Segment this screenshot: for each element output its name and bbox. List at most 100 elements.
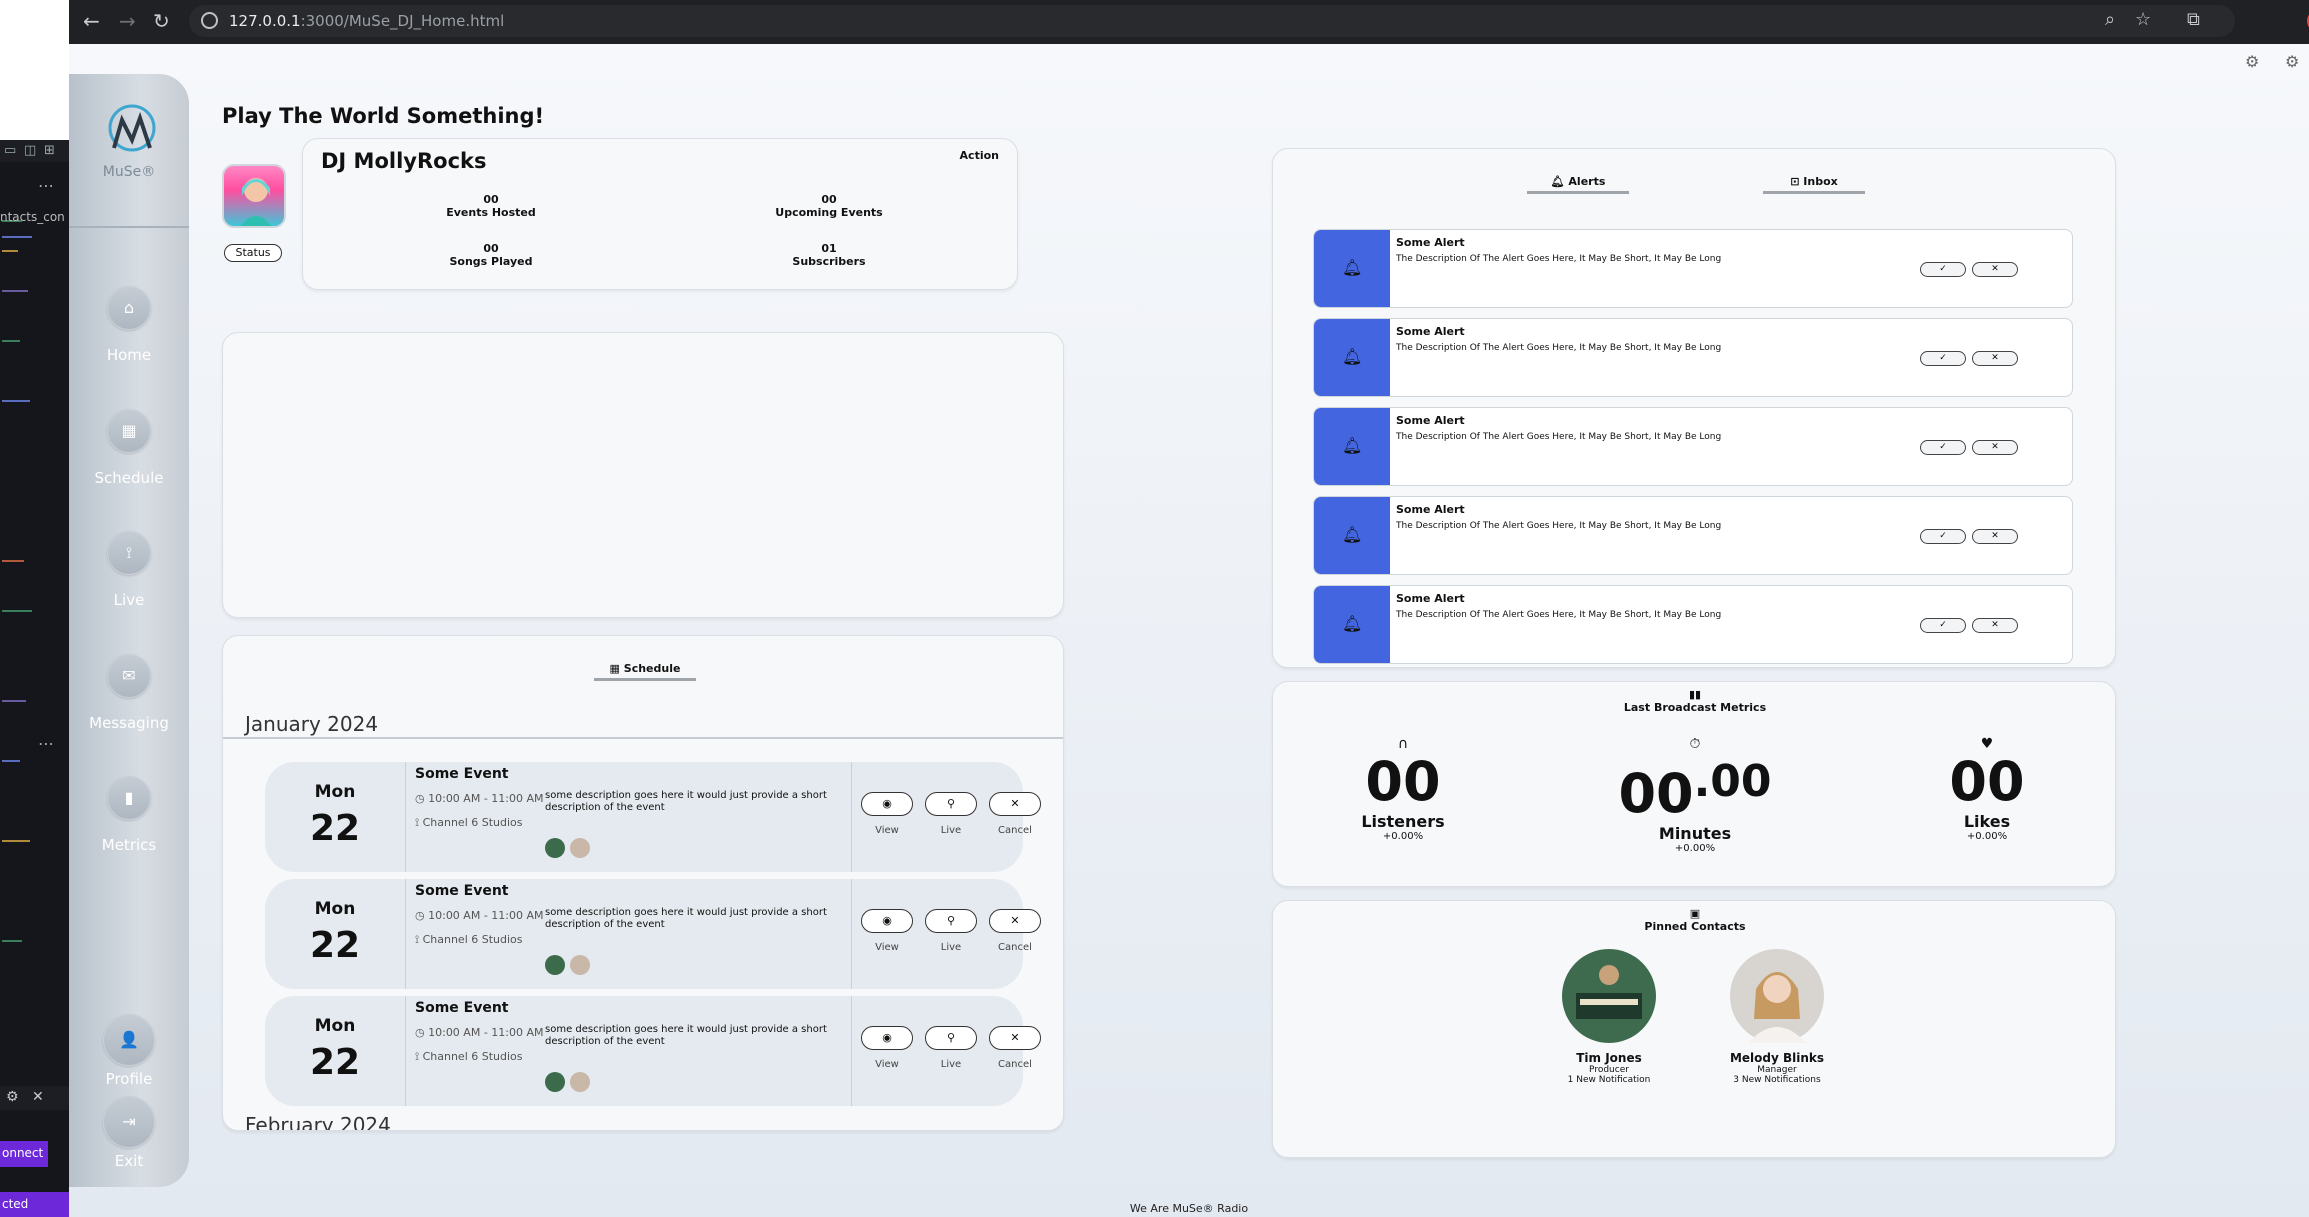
broadcast-icon[interactable]: ⟟ <box>107 531 151 575</box>
sidebar-item-label[interactable]: Schedule <box>69 469 189 487</box>
muse-logo <box>108 104 156 152</box>
forward-icon[interactable]: → <box>119 9 136 33</box>
action-label[interactable]: Action <box>960 149 999 162</box>
avatar[interactable] <box>1562 949 1656 1043</box>
accept-icon[interactable]: ✓ <box>1920 529 1966 544</box>
sidebar-item-schedule[interactable]: ▦ Schedule <box>69 409 189 487</box>
close-icon[interactable]: ✕ <box>1972 618 2018 633</box>
reload-icon[interactable]: ↻ <box>153 9 170 33</box>
contact-melody-blinks[interactable]: Melody Blinks Manager 3 New Notification… <box>1697 949 1857 1085</box>
tab-schedule[interactable]: ▦ Schedule <box>594 662 696 681</box>
view-label[interactable]: View <box>861 942 913 953</box>
gears-icon[interactable]: ⚙ <box>2285 52 2299 71</box>
alert-item[interactable]: 🔔︎ Some Alert The Description Of The Ale… <box>1313 318 2073 397</box>
divider <box>851 996 852 1106</box>
home-icon[interactable]: ⌂ <box>107 286 151 330</box>
avatar[interactable] <box>570 838 590 858</box>
view-label[interactable]: View <box>861 1059 913 1070</box>
event-description: some description goes here it would just… <box>545 1024 827 1047</box>
close-icon[interactable]: ✕ <box>1972 440 2018 455</box>
contact-name: Melody Blinks <box>1729 1051 1825 1065</box>
more-icon[interactable]: ⋯ <box>38 176 54 195</box>
event-location: ⟟ Channel 6 Studios <box>415 1050 523 1064</box>
accept-icon[interactable]: ✓ <box>1920 618 1966 633</box>
alert-item[interactable]: 🔔︎ Some Alert The Description Of The Ale… <box>1313 407 2073 486</box>
gear-icon[interactable]: ⚙ <box>6 1089 19 1105</box>
sidebar-item-home[interactable]: ⌂ Home <box>69 286 189 364</box>
accept-icon[interactable]: ✓ <box>1920 440 1966 455</box>
calendar-icon[interactable]: ▦ <box>107 409 151 453</box>
avatar[interactable] <box>570 955 590 975</box>
sidebar-item-metrics[interactable]: ▮ Metrics <box>69 776 189 854</box>
connect-button[interactable]: onnect <box>0 1141 48 1167</box>
live-label[interactable]: Live <box>925 825 977 836</box>
tab-inbox[interactable]: ⊡ Inbox <box>1763 175 1865 194</box>
close-icon[interactable]: ✕ <box>1972 262 2018 277</box>
eye-icon[interactable]: ◉ <box>861 1026 913 1050</box>
dj-avatar[interactable] <box>222 164 286 228</box>
editor-file-label[interactable]: ntacts_con <box>0 210 65 224</box>
close-icon[interactable]: ✕ <box>1972 351 2018 366</box>
site-info-icon[interactable] <box>201 12 218 29</box>
close-icon[interactable]: ✕ <box>989 792 1041 816</box>
cancel-label[interactable]: Cancel <box>989 942 1041 953</box>
metrics-header: ▮▮ Last Broadcast Metrics <box>1273 688 2117 714</box>
metrics-card: ▮▮ Last Broadcast Metrics ∩ 00 Listeners… <box>1272 681 2116 887</box>
sidebar-item-messaging[interactable]: ✉ Messaging <box>69 654 189 732</box>
sidebar-item-label[interactable]: Exit <box>69 1152 189 1170</box>
close-icon[interactable]: ✕ <box>989 909 1041 933</box>
live-label[interactable]: Live <box>925 942 977 953</box>
back-icon[interactable]: ← <box>83 9 100 33</box>
sidebar-item-label[interactable]: Profile <box>69 1070 189 1088</box>
user-icon[interactable]: 👤 <box>103 1014 155 1066</box>
tab-alerts[interactable]: 🔔︎ Alerts <box>1527 175 1629 194</box>
sidebar-item-exit[interactable]: ⇥ Exit <box>69 1096 189 1170</box>
avatar[interactable] <box>545 838 565 858</box>
contact-tim-jones[interactable]: Tim Jones Producer 1 New Notification <box>1529 949 1689 1085</box>
alert-accent: 🔔︎ <box>1314 230 1390 307</box>
sidebar-item-label[interactable]: Home <box>69 346 189 364</box>
event-row[interactable]: Mon 22 Some Event ◷ 10:00 AM - 11:00 AM … <box>265 996 1041 1106</box>
bar-chart-icon[interactable]: ▮ <box>107 776 151 820</box>
event-row[interactable]: Mon 22 Some Event ◷ 10:00 AM - 11:00 AM … <box>265 879 1041 989</box>
zoom-icon[interactable]: ⌕ <box>2105 9 2115 30</box>
sidebar-item-label[interactable]: Live <box>69 591 189 609</box>
status-button[interactable]: Status <box>224 244 282 262</box>
alert-item[interactable]: 🔔︎ Some Alert The Description Of The Ale… <box>1313 496 2073 575</box>
mic-icon[interactable]: ⚲ <box>925 909 977 933</box>
broadcast-icon: ⟟ <box>415 1050 423 1063</box>
extensions-icon[interactable]: ⧉ <box>2187 9 2200 30</box>
close-icon[interactable]: ✕ <box>1972 529 2018 544</box>
close-icon[interactable]: ✕ <box>989 1026 1041 1050</box>
inbox-icon[interactable]: ✉ <box>107 654 151 698</box>
alert-item[interactable]: 🔔︎ Some Alert The Description Of The Ale… <box>1313 585 2073 664</box>
sidebar-item-profile[interactable]: 👤 Profile <box>69 1014 189 1088</box>
eye-icon[interactable]: ◉ <box>861 909 913 933</box>
content-panel <box>222 332 1064 618</box>
live-label[interactable]: Live <box>925 1059 977 1070</box>
accept-icon[interactable]: ✓ <box>1920 262 1966 277</box>
eye-icon[interactable]: ◉ <box>861 792 913 816</box>
sidebar-item-label[interactable]: Metrics <box>69 836 189 854</box>
alert-item[interactable]: 🔔︎ Some Alert The Description Of The Ale… <box>1313 229 2073 308</box>
avatar[interactable] <box>570 1072 590 1092</box>
sidebar-item-live[interactable]: ⟟ Live <box>69 531 189 609</box>
avatar[interactable] <box>545 955 565 975</box>
contact-card-icon: ▣ <box>1689 907 1701 920</box>
address-bar[interactable]: 127.0.0.1:3000/MuSe_DJ_Home.html <box>189 5 2235 37</box>
mic-icon[interactable]: ⚲ <box>925 1026 977 1050</box>
exit-icon[interactable]: ⇥ <box>103 1096 155 1148</box>
more-icon[interactable]: ⋯ <box>38 734 54 753</box>
event-row[interactable]: Mon 22 Some Event ◷ 10:00 AM - 11:00 AM … <box>265 762 1041 872</box>
sidebar-item-label[interactable]: Messaging <box>69 714 189 732</box>
mic-icon[interactable]: ⚲ <box>925 792 977 816</box>
gears-icon[interactable]: ⚙ <box>2245 52 2259 71</box>
avatar[interactable] <box>1730 949 1824 1043</box>
accept-icon[interactable]: ✓ <box>1920 351 1966 366</box>
cancel-label[interactable]: Cancel <box>989 1059 1041 1070</box>
view-label[interactable]: View <box>861 825 913 836</box>
close-icon[interactable]: ✕ <box>32 1089 44 1105</box>
cancel-label[interactable]: Cancel <box>989 825 1041 836</box>
avatar[interactable] <box>545 1072 565 1092</box>
bookmark-star-icon[interactable]: ☆ <box>2135 9 2151 30</box>
